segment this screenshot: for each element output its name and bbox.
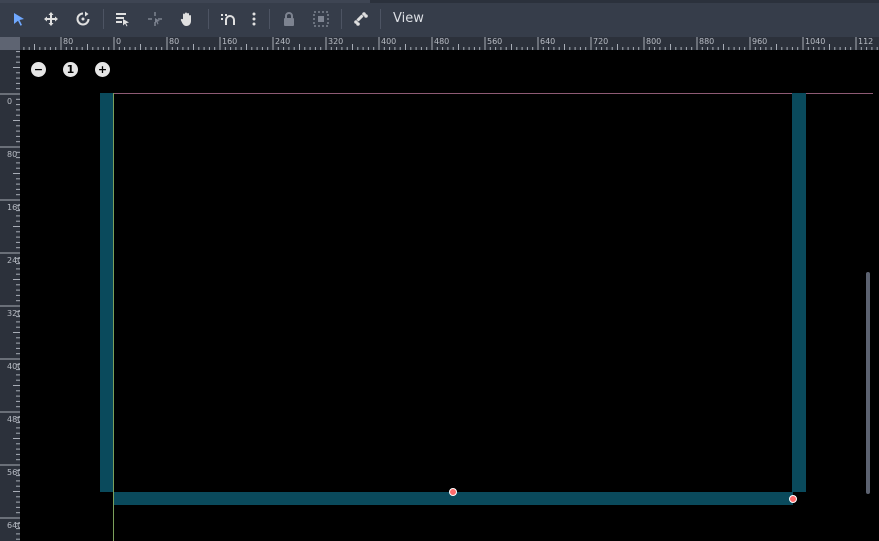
group-icon [313, 11, 329, 27]
active-tab-highlight [0, 0, 370, 3]
ruler-label: 80 [63, 37, 74, 46]
left-wall-shape[interactable] [100, 93, 113, 492]
more-options-icon [252, 12, 256, 26]
viewport-left-guide [113, 93, 114, 541]
select-tool-button[interactable] [8, 8, 30, 30]
editor-tab-strip [0, 0, 879, 3]
floor-corner-handle[interactable] [789, 495, 797, 503]
ruler-label: 960 [752, 37, 768, 46]
ruler-label: 800 [646, 37, 662, 46]
zoom-out-button[interactable]: − [31, 62, 46, 77]
move-tool-button[interactable] [40, 8, 62, 30]
snap-options-button[interactable] [243, 8, 265, 30]
snap-icon [221, 14, 235, 25]
toolbar-separator [103, 9, 104, 29]
zoom-reset-button[interactable]: 1 [63, 62, 78, 77]
ruler-label: 400 [381, 37, 397, 46]
rotate-icon [76, 11, 90, 26]
ruler-label: 240 [275, 37, 291, 46]
viewport-top-guide [114, 93, 873, 94]
pan-hand-icon [180, 12, 191, 26]
ruler-label: 160 [7, 203, 20, 212]
list-select-icon [116, 13, 129, 27]
pivot-tool-button[interactable] [144, 8, 166, 30]
horizontal-ruler[interactable]: 80 0 80 160 240 320 400 480 560 640 720 … [20, 37, 879, 50]
group-button[interactable] [310, 8, 332, 30]
ruler-label: 880 [699, 37, 715, 46]
ruler-label: 720 [593, 37, 609, 46]
pan-tool-button[interactable] [176, 8, 198, 30]
snap-toggle-button[interactable] [217, 8, 239, 30]
ruler-corner [0, 37, 20, 50]
ruler-label: 0 [7, 97, 13, 106]
ruler-label: 112 [858, 37, 874, 46]
move-icon [44, 12, 58, 26]
ruler-label: 320 [328, 37, 344, 46]
ruler-label: 80 [169, 37, 180, 46]
select-icon [14, 13, 24, 26]
pivot-icon [148, 12, 162, 26]
lock-icon [284, 12, 294, 26]
ruler-label: 560 [7, 468, 20, 477]
ruler-label: 640 [7, 521, 20, 530]
canvas-viewport[interactable] [20, 50, 879, 541]
canvas-toolbar: View [0, 0, 879, 37]
toolbar-separator [269, 9, 270, 29]
rotate-tool-button[interactable] [72, 8, 94, 30]
ruler-label: 480 [434, 37, 450, 46]
ruler-label: 640 [540, 37, 556, 46]
lock-button[interactable] [278, 8, 300, 30]
right-wall-shape[interactable] [792, 93, 806, 492]
ruler-label: 1040 [805, 37, 826, 46]
ruler-label: 560 [487, 37, 503, 46]
ruler-label: 320 [7, 309, 20, 318]
toolbar-separator [380, 9, 381, 29]
list-select-button[interactable] [111, 8, 133, 30]
zoom-in-button[interactable]: + [95, 62, 110, 77]
toolbar-separator [341, 9, 342, 29]
ruler-label: 480 [7, 415, 20, 424]
vertical-ruler[interactable]: 0 80 160 240 320 400 480 560 640 [0, 50, 20, 541]
ruler-label: 240 [7, 256, 20, 265]
ruler-label: 80 [7, 150, 18, 159]
toolbar-separator [208, 9, 209, 29]
horizontal-ruler-ticks [23, 37, 878, 50]
vertical-scrollbar[interactable] [866, 272, 870, 494]
ruler-label: 0 [116, 37, 122, 46]
ruler-label: 400 [7, 362, 20, 371]
ruler-label: 160 [222, 37, 238, 46]
bone-icon [354, 12, 368, 26]
skeleton-button[interactable] [350, 8, 372, 30]
view-menu[interactable]: View [387, 9, 430, 29]
floor-resize-handle[interactable] [449, 488, 457, 496]
